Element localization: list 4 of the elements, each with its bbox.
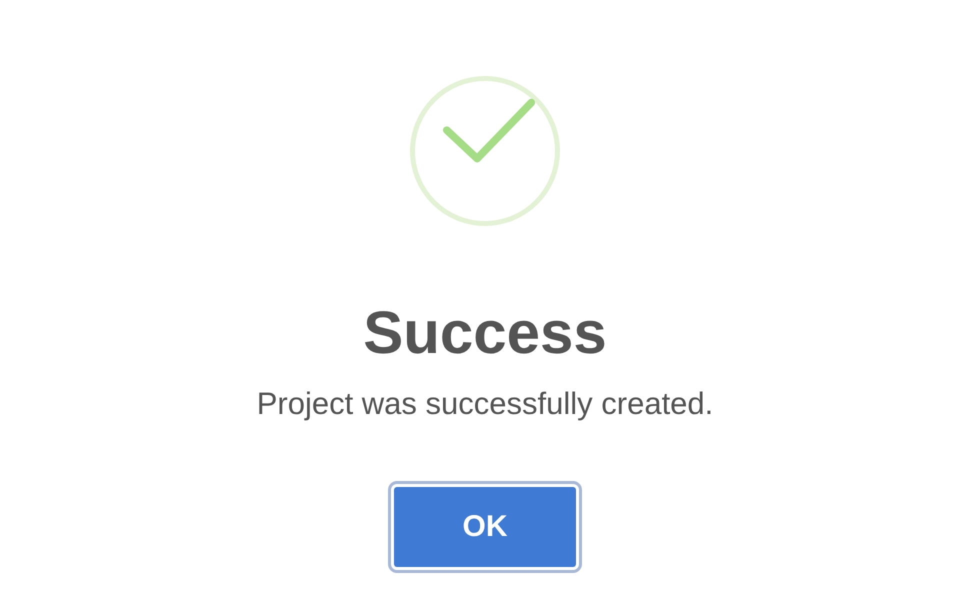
ok-button[interactable]: OK xyxy=(388,481,582,573)
dialog-title: Success xyxy=(363,298,607,368)
checkmark-icon xyxy=(442,98,536,162)
dialog-message: Project was successfully created. xyxy=(256,385,714,423)
